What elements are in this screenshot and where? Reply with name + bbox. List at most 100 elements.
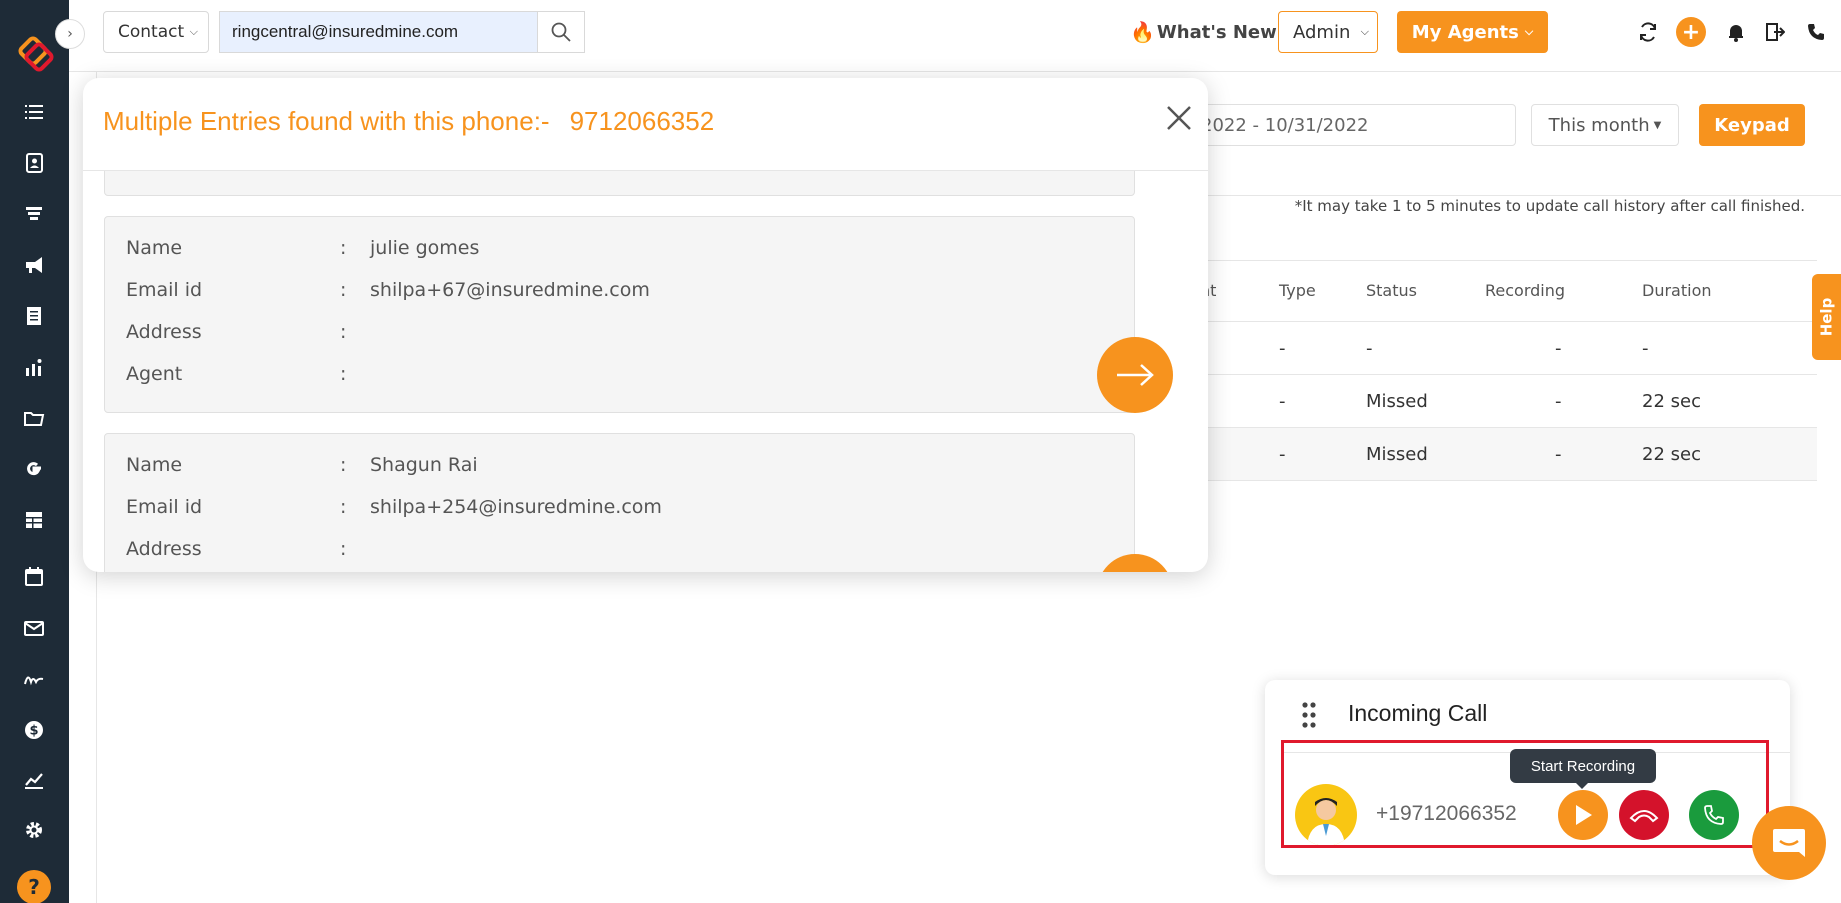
cell-type: - [1279,338,1286,359]
cell-type: - [1279,391,1286,412]
mail-icon[interactable] [19,613,49,643]
entry-address-row: Address : [126,321,370,351]
help-side-tab[interactable]: Help [1812,274,1841,360]
help-question-icon[interactable]: ? [17,870,51,903]
start-recording-tooltip: Start Recording [1510,749,1656,789]
entry-separator: : [340,496,347,518]
close-button[interactable] [1161,100,1197,136]
whats-new-link[interactable]: 🔥 What's New [1130,14,1277,50]
entry-separator: : [340,538,347,560]
entry-card: Name : julie gomes Email id : shilpa+67@… [104,216,1135,413]
top-bar: Contact ⌵ ringcentral@insuredmine.com 🔥 … [69,0,1841,72]
call-history-note: *It may take 1 to 5 minutes to update ca… [1294,197,1805,215]
entry-name-row: Name : Shagun Rai [126,454,478,484]
entry-agent-row: Agent : [126,363,370,393]
close-icon [1167,106,1191,130]
my-agents-button[interactable]: My Agents ⌵ [1397,11,1548,53]
multiple-entries-modal: Multiple Entries found with this phone:-… [83,78,1208,572]
entry-label: Address [126,321,202,343]
svg-text:$: $ [29,724,38,739]
entry-label: Name [126,237,183,259]
signature-icon[interactable] [19,664,49,694]
column-header-type: Type [1279,281,1316,300]
analytics-icon[interactable] [19,765,49,795]
chat-icon [1773,829,1805,857]
entry-label: Name [126,454,183,476]
incoming-call-title: Incoming Call [1348,700,1488,726]
entry-address-row: Address : [126,538,370,568]
keypad-button[interactable]: Keypad [1699,104,1805,146]
dollar-icon[interactable]: $ [19,715,49,745]
search-icon [551,22,571,42]
contact-type-select[interactable]: Contact ⌵ [103,11,209,53]
entry-email: shilpa+67@insuredmine.com [370,279,650,301]
cell-duration: - [1642,338,1649,359]
modal-title: Multiple Entries found with this phone:-… [103,106,714,137]
gear-icon[interactable] [19,815,49,845]
drag-handle-icon[interactable] [1301,701,1317,729]
fire-icon: 🔥 [1130,20,1155,44]
arrow-right-icon [1117,364,1154,386]
search-button[interactable] [537,11,585,53]
modal-title-text: Multiple Entries found with this phone:- [103,106,550,136]
chevron-down-icon: ⌵ [1360,25,1369,38]
open-entry-button[interactable] [1097,337,1173,413]
modal-phone-number: 9712066352 [569,106,715,136]
chat-launcher-button[interactable] [1752,806,1826,880]
agents-chart-icon[interactable] [19,352,49,382]
entry-card: Name : Shagun Rai Email id : shilpa+254@… [104,433,1135,572]
entry-separator: : [340,363,347,385]
refresh-icon[interactable] [1635,19,1661,45]
entry-email-row: Email id : shilpa+254@insuredmine.com [126,496,662,526]
period-select[interactable]: This month ▼ [1531,104,1679,146]
entry-name: Shagun Rai [370,454,478,476]
megaphone-icon[interactable] [19,250,49,280]
google-icon[interactable] [19,454,49,484]
column-header-recording: Recording [1485,281,1566,300]
cell-status: Missed [1366,444,1428,465]
entry-email-row: Email id : shilpa+67@insuredmine.com [126,279,650,309]
role-select[interactable]: Admin ⌵ [1278,11,1378,53]
entry-card [104,171,1135,196]
folder-icon[interactable] [19,403,49,433]
entry-label: Email id [126,496,203,518]
logo-icon[interactable] [16,34,56,74]
cell-status: Missed [1366,391,1428,412]
entry-name: julie gomes [370,237,480,259]
list-icon[interactable] [19,97,49,127]
cell-duration: 22 sec [1642,444,1701,465]
entry-label: Agent [126,363,183,385]
whats-new-label: What's New [1156,21,1277,43]
cell-recording: - [1555,444,1562,465]
modal-entries-list[interactable]: Name : julie gomes Email id : shilpa+67@… [83,171,1208,572]
phone-icon[interactable] [1803,19,1829,45]
cell-type: - [1279,444,1286,465]
cell-recording: - [1555,391,1562,412]
add-plus-button[interactable]: + [1676,17,1706,47]
role-select-label: Admin [1293,21,1351,43]
date-range-input[interactable]: 2022 - 10/31/2022 [1190,104,1516,146]
period-select-label: This month [1548,114,1650,136]
bell-icon[interactable] [1723,19,1749,45]
sidebar-expand-button[interactable]: › [55,19,85,49]
entry-email: shilpa+254@insuredmine.com [370,496,662,518]
funnel-icon[interactable] [19,199,49,229]
caret-down-icon: ▼ [1653,119,1662,131]
search-input[interactable]: ringcentral@insuredmine.com [219,11,537,53]
my-agents-label: My Agents [1411,21,1519,43]
logout-icon[interactable] [1762,19,1788,45]
column-header-duration: Duration [1642,281,1712,300]
entry-label: Email id [126,279,203,301]
calendar-icon[interactable] [19,562,49,592]
entry-name-row: Name : julie gomes [126,237,479,267]
column-header-status: Status [1366,281,1417,300]
entry-separator: : [340,237,347,259]
modal-header: Multiple Entries found with this phone:-… [83,78,1208,171]
cell-duration: 22 sec [1642,391,1701,412]
document-icon[interactable] [19,301,49,331]
contacts-icon[interactable] [19,148,49,178]
entry-separator: : [340,321,347,343]
chevron-down-icon: ⌵ [1524,25,1534,38]
spreadsheet-icon[interactable] [19,505,49,535]
cell-status: - [1366,338,1373,359]
